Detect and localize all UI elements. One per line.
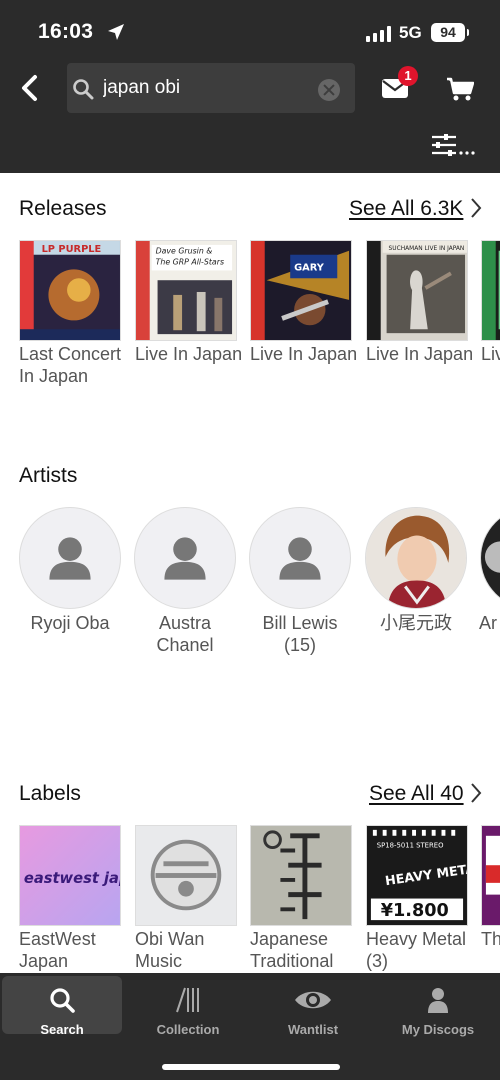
label-card[interactable]: Obi Wan Music [135, 825, 237, 972]
release-cover: GARY [250, 240, 352, 341]
svg-text:The GRP All-Stars: The GRP All-Stars [156, 258, 224, 267]
artist-photo [366, 508, 466, 608]
status-time: 16:03 [38, 20, 94, 43]
label-name: Japanese Traditional [250, 929, 334, 971]
svg-text:SUCHAMAN LIVE IN JAPAN: SUCHAMAN LIVE IN JAPAN [389, 246, 465, 252]
tab-wantlist[interactable]: Wantlist [253, 976, 373, 1037]
label-logo [135, 825, 237, 926]
release-cover: SUCHAMAN LIVE IN JAPAN [366, 240, 468, 341]
artist-name: 小尾元政 [380, 613, 452, 633]
release-title: Live In Japan [481, 344, 500, 364]
search-bar[interactable] [67, 63, 355, 113]
filter-icon[interactable] [430, 134, 476, 156]
artist-avatar [19, 507, 121, 609]
label-name: Heavy Metal (3) [366, 929, 467, 971]
tab-collection-label: Collection [156, 1022, 220, 1037]
release-title: Live In Japan [366, 344, 474, 364]
label-name: EastWest Japan [19, 929, 96, 971]
label-logo-price: ¥1.800 [381, 901, 449, 921]
label-name: Th ¥1 [481, 929, 500, 949]
artist-avatar [480, 507, 500, 609]
labels-see-all-link[interactable]: See All 40 [369, 782, 464, 806]
artist-avatar [365, 507, 467, 609]
artist-card[interactable]: 小尾元政 [364, 507, 468, 634]
mail-badge: 1 [398, 66, 418, 86]
release-card[interactable]: Dave Grusin & The GRP All-Stars Live In … [135, 240, 242, 365]
clear-search-button[interactable] [318, 79, 340, 101]
release-title: Live In Japan [250, 344, 358, 364]
location-arrow-icon [108, 24, 124, 40]
releases-see-all-link[interactable]: See All 6.3K [349, 197, 463, 221]
home-indicator [162, 1064, 340, 1070]
back-button[interactable] [14, 72, 46, 104]
svg-text:SP18-5011 STEREO: SP18-5011 STEREO [377, 842, 444, 850]
tab-search[interactable]: Search [2, 976, 122, 1037]
label-card[interactable]: Th ¥1 [481, 825, 500, 950]
artists-carousel[interactable]: Ryoji Oba Austra Chanel Bill Lewis (15) [0, 507, 500, 677]
label-logo [481, 825, 500, 926]
label-logo-text: eastwest japan [24, 870, 120, 887]
release-card[interactable]: GARY Live In Japan [250, 240, 357, 365]
releases-title: Releases [19, 197, 107, 220]
release-card[interactable]: LP PURPLE Last Concert In Japan [19, 240, 121, 387]
artist-card[interactable]: Bill Lewis (15) [248, 507, 352, 656]
user-icon [428, 988, 448, 1013]
release-cover: LP PURPLE [19, 240, 121, 341]
artist-name: Bill Lewis (15) [262, 613, 338, 655]
label-logo: eastwest japan [19, 825, 121, 926]
artist-name: Ryoji Oba [30, 613, 110, 633]
releases-carousel[interactable]: LP PURPLE Last Concert In Japan Dave Gru… [0, 240, 500, 420]
artist-card[interactable]: Ar [479, 507, 500, 634]
label-logo [250, 825, 352, 926]
chevron-right-icon[interactable] [469, 197, 483, 219]
chevron-right-icon[interactable] [469, 782, 483, 804]
artist-card[interactable]: Austra Chanel [133, 507, 237, 656]
release-card[interactable]: SUCHAMAN LIVE IN JAPAN Live In Japan [366, 240, 473, 365]
status-bar: 16:03 5G 94 [0, 0, 500, 60]
tab-my-discogs-label: My Discogs [401, 1022, 475, 1037]
release-title: Live In Japan [135, 344, 243, 364]
artist-name: Austra Chanel [156, 613, 214, 655]
label-card[interactable]: eastwest japan EastWest Japan [19, 825, 121, 972]
search-icon [50, 988, 75, 1013]
network-type: 5G [399, 23, 422, 42]
svg-text:LP PURPLE: LP PURPLE [42, 244, 102, 255]
eye-icon [295, 991, 331, 1009]
svg-text:GARY: GARY [294, 262, 325, 273]
labels-carousel[interactable]: eastwest japan EastWest Japan Obi Wan Mu… [0, 825, 500, 975]
person-placeholder-icon [49, 537, 91, 580]
artist-photo [481, 508, 500, 608]
release-title: Last Concert In Japan [19, 344, 122, 386]
artist-avatar [249, 507, 351, 609]
cart-icon[interactable] [446, 76, 474, 102]
label-name: Obi Wan Music [135, 929, 205, 971]
search-icon [73, 79, 94, 100]
svg-text:Dave Grusin &: Dave Grusin & [156, 247, 213, 256]
person-placeholder-icon [164, 537, 206, 580]
label-card[interactable]: Japanese Traditional [250, 825, 352, 972]
battery-icon: 94 [431, 23, 469, 42]
cellular-signal-icon [366, 26, 392, 42]
artist-name: Ar [479, 613, 497, 633]
release-card[interactable]: Live In Japan [481, 240, 500, 365]
person-placeholder-icon [279, 537, 321, 580]
tab-wantlist-label: Wantlist [287, 1022, 339, 1037]
app-header: 16:03 5G 94 1 [0, 0, 500, 173]
artists-title: Artists [19, 464, 78, 487]
artist-card[interactable]: Ryoji Oba [18, 507, 122, 634]
artist-avatar [134, 507, 236, 609]
tab-search-label: Search [40, 1022, 84, 1037]
collection-icon [176, 987, 199, 1013]
label-card[interactable]: SP18-5011 STEREO HEAVY METAL ¥1.800 Heav… [366, 825, 468, 972]
labels-title: Labels [19, 782, 81, 805]
release-cover [481, 240, 500, 341]
search-input[interactable] [103, 72, 303, 104]
tab-collection[interactable]: Collection [128, 976, 248, 1037]
tab-my-discogs[interactable]: My Discogs [378, 976, 498, 1037]
release-cover: Dave Grusin & The GRP All-Stars [135, 240, 237, 341]
label-logo: SP18-5011 STEREO HEAVY METAL ¥1.800 [366, 825, 468, 926]
